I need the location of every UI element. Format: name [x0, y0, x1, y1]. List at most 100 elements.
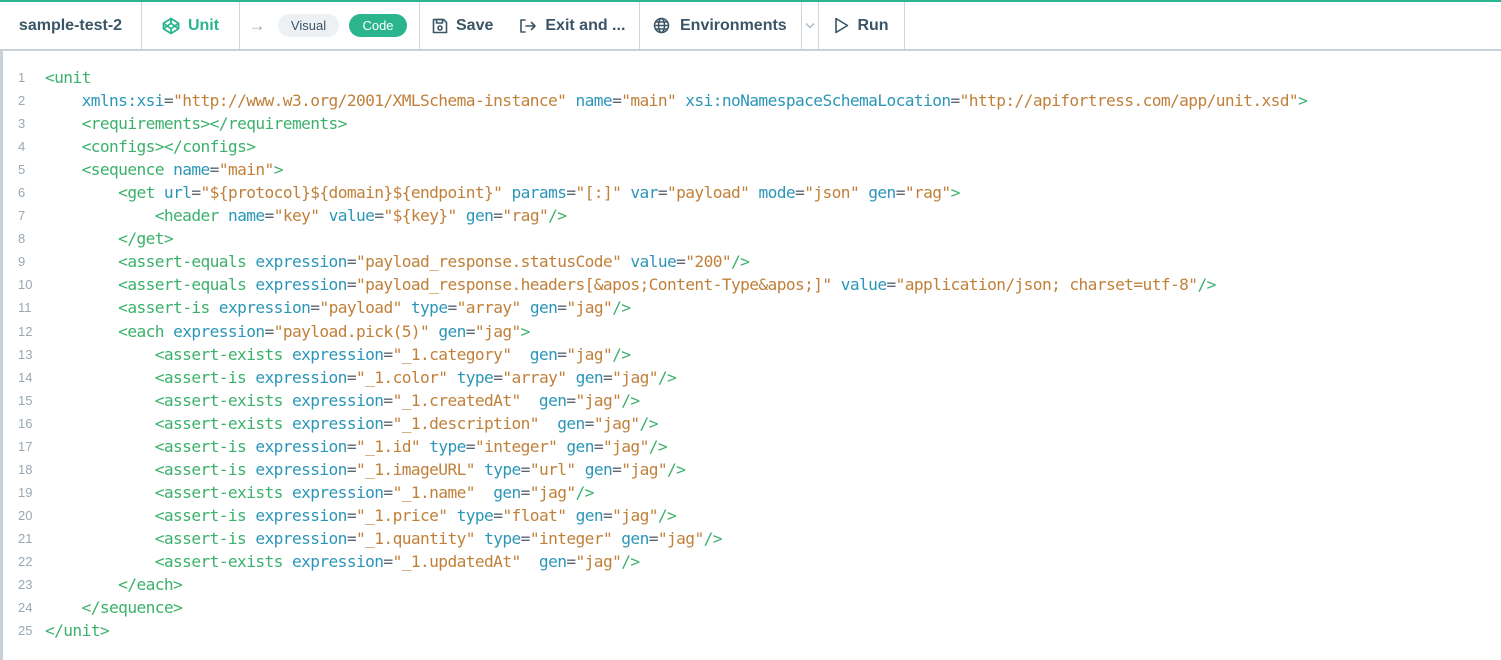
xml-tag: />	[621, 551, 640, 571]
code-line[interactable]: 16 <assert-exists expression="_1.descrip…	[3, 412, 1307, 435]
exit-button[interactable]: Exit and ...	[519, 17, 625, 35]
run-label: Run	[857, 16, 889, 34]
code-line[interactable]: 25 </unit>	[3, 619, 1307, 642]
code-line[interactable]: 23 </each>	[3, 573, 1307, 596]
xml-attribute: xsi:noNamespaceSchemaLocation	[685, 91, 951, 111]
xml-attribute: gen	[529, 298, 558, 318]
chevron-down-icon	[805, 20, 815, 32]
attribute-value: "rag"	[502, 206, 549, 226]
code-line[interactable]: 15 <assert-exists expression="_1.created…	[3, 389, 1307, 412]
globe-icon	[653, 17, 670, 34]
attribute-value: "http://apifortress.com/app/unit.xsd"	[959, 91, 1299, 111]
xml-tag: <sequence	[81, 160, 165, 180]
mode-visual-button[interactable]: Visual	[278, 14, 339, 37]
xml-tag: <assert-equals	[118, 275, 247, 295]
xml-tag: <assert-exists	[154, 482, 284, 502]
code-line[interactable]: 12 <each expression="payload.pick(5)" ge…	[3, 320, 1307, 343]
line-source: <assert-is expression="_1.quantity" type…	[43, 527, 723, 550]
attribute-value: "array"	[456, 298, 522, 318]
attribute-value: "rag"	[904, 183, 951, 203]
xml-attribute: expression	[173, 321, 265, 341]
xml-attribute: mode	[758, 183, 796, 203]
code-line[interactable]: 3 <requirements></requirements>	[3, 112, 1307, 135]
line-source: </each>	[43, 573, 183, 596]
attribute-value: "_1.name"	[392, 482, 476, 502]
xml-tag: <get	[118, 183, 155, 203]
code-line[interactable]: 1 <unit	[3, 66, 1307, 89]
line-number: 21	[18, 530, 33, 546]
xml-tag: />	[667, 459, 686, 479]
xml-tag: >	[1298, 91, 1308, 111]
run-button[interactable]: Run	[819, 2, 905, 49]
environments-dropdown[interactable]	[802, 2, 819, 49]
xml-tag: />	[657, 505, 677, 525]
mode-code-button[interactable]: Code	[349, 14, 407, 37]
code-line[interactable]: 5 <sequence name="main">	[3, 158, 1307, 181]
code-line[interactable]: 10 <assert-equals expression="payload_re…	[3, 273, 1307, 296]
code-line[interactable]: 24 </sequence>	[3, 596, 1307, 619]
attribute-value: "[:]"	[575, 183, 622, 203]
attribute-value: "jag"	[593, 413, 640, 433]
code-line[interactable]: 18 <assert-is expression="_1.imageURL" t…	[3, 458, 1307, 481]
attribute-value: "jag"	[603, 436, 649, 456]
xml-attribute: gen	[557, 413, 585, 433]
code-line[interactable]: 20 <assert-is expression="_1.price" type…	[3, 504, 1307, 527]
unit-label: Unit	[187, 16, 220, 34]
xml-tag: <each	[118, 321, 164, 341]
xml-tag: </unit>	[45, 621, 110, 641]
code-editor[interactable]: 1 <unit 2 xmlns:xsi="http://www.w3.org/200…	[0, 51, 1501, 660]
code-line[interactable]: 7 <header name="key" value="${key}" gen=…	[3, 204, 1307, 227]
line-number: 6	[18, 185, 26, 201]
code-line[interactable]: 13 <assert-exists expression="_1.categor…	[3, 343, 1307, 366]
attribute-value: "jag"	[575, 551, 622, 571]
code-line[interactable]: 9 <assert-equals expression="payload_res…	[3, 250, 1307, 273]
code-line[interactable]: 4 <configs></configs>	[3, 135, 1307, 158]
code-line[interactable]: 11 <assert-is expression="payload" type=…	[3, 296, 1307, 319]
unit-tab[interactable]: Unit	[142, 2, 240, 49]
equals-sign: =	[346, 459, 357, 479]
code-line[interactable]: 8 </get>	[3, 227, 1307, 250]
environments-button[interactable]: Environments	[640, 2, 802, 49]
xml-attribute: type	[456, 505, 494, 525]
xml-tag: >	[520, 321, 531, 341]
line-source: <get url="${protocol}${domain}${endpoint…	[43, 181, 960, 204]
equals-sign: =	[264, 321, 275, 341]
code-lines[interactable]: 1 <unit 2 xmlns:xsi="http://www.w3.org/200…	[3, 66, 1308, 642]
code-line[interactable]: 21 <assert-is expression="_1.quantity" t…	[3, 527, 1307, 550]
xml-attribute: expression	[255, 275, 347, 295]
equals-sign: =	[465, 436, 476, 456]
xml-attribute: type	[456, 367, 494, 387]
xml-attribute: expression	[291, 413, 384, 433]
attribute-value: "payload_response.headers[&apos;Content-…	[356, 275, 832, 295]
equals-sign: =	[566, 551, 576, 571]
line-number: 12	[18, 323, 33, 339]
xml-attribute: type	[484, 528, 521, 548]
save-button[interactable]: Save	[432, 17, 493, 35]
code-line[interactable]: 2 xmlns:xsi="http://www.w3.org/2001/XMLS…	[3, 89, 1308, 112]
code-line[interactable]: 17 <assert-is expression="_1.id" type="i…	[3, 435, 1307, 458]
xml-attribute: value	[328, 206, 375, 226]
attribute-value: "_1.id"	[356, 436, 421, 456]
line-number: 10	[18, 277, 33, 293]
attribute-value: "payload.pick(5)"	[273, 321, 430, 341]
code-line[interactable]: 19 <assert-exists expression="_1.name" g…	[3, 481, 1307, 504]
line-source: <assert-is expression="_1.price" type="f…	[43, 504, 677, 527]
code-line[interactable]: 6 <get url="${protocol}${domain}${endpoi…	[3, 181, 1307, 204]
xml-tag: <requirements></requirements>	[81, 114, 348, 134]
line-source: <assert-exists expression="_1.createdAt"…	[43, 389, 640, 412]
equals-sign: =	[346, 252, 357, 272]
code-line[interactable]: 14 <assert-is expression="_1.color" type…	[3, 366, 1307, 389]
xml-attribute: gen	[493, 482, 521, 502]
line-source: <assert-is expression="_1.id" type="inte…	[43, 435, 668, 458]
code-line[interactable]: 22 <assert-exists expression="_1.updated…	[3, 550, 1307, 573]
